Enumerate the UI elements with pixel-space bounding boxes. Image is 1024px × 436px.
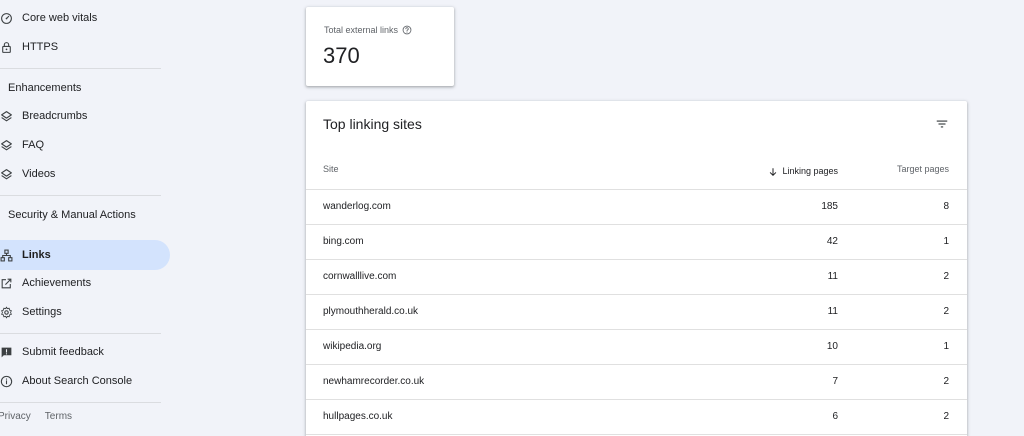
column-header-target-pages[interactable]: Target pages bbox=[897, 153, 949, 190]
sidebar-item-label: Settings bbox=[22, 306, 62, 318]
sidebar-item-label: About Search Console bbox=[22, 375, 133, 387]
terms-link[interactable]: Terms bbox=[45, 411, 72, 422]
cell-site: hullpages.co.uk bbox=[323, 411, 393, 422]
sidebar-item-label: Achievements bbox=[22, 277, 92, 289]
layers-icon bbox=[0, 109, 13, 123]
lock-icon bbox=[0, 40, 13, 54]
cell-target-pages: 8 bbox=[943, 201, 949, 212]
cell-target-pages: 2 bbox=[943, 411, 949, 422]
cell-target-pages: 1 bbox=[943, 236, 949, 247]
layers-icon bbox=[0, 138, 13, 152]
sidebar-divider bbox=[0, 402, 161, 403]
cell-target-pages: 2 bbox=[943, 271, 949, 282]
sitemap-icon bbox=[0, 248, 13, 262]
table-row[interactable]: wikipedia.org 10 1 bbox=[306, 330, 967, 365]
table-header: Site Linking pages Target pages bbox=[306, 153, 967, 190]
sidebar-item-about[interactable]: About Search Console bbox=[0, 366, 132, 396]
sidebar-item-label: Submit feedback bbox=[22, 346, 104, 358]
layers-icon bbox=[0, 167, 13, 181]
table-body: wanderlog.com 185 8 bing.com 42 1 cornwa… bbox=[306, 190, 967, 435]
sidebar-item-settings[interactable]: Settings bbox=[0, 297, 62, 327]
sidebar-footer: Privacy Terms bbox=[0, 411, 72, 422]
sidebar-divider bbox=[0, 333, 161, 334]
cell-site: newhamrecorder.co.uk bbox=[323, 376, 425, 387]
summary-label: Total external links bbox=[324, 25, 412, 35]
sidebar-item-faq[interactable]: FAQ bbox=[0, 130, 44, 160]
cell-site: bing.com bbox=[323, 236, 364, 247]
filter-icon bbox=[935, 117, 949, 131]
table-row[interactable]: plymouthherald.co.uk 11 2 bbox=[306, 295, 967, 330]
cell-target-pages: 2 bbox=[943, 306, 949, 317]
sidebar-item-label: Links bbox=[22, 249, 51, 261]
sidebar-item-breadcrumbs[interactable]: Breadcrumbs bbox=[0, 101, 87, 131]
table-row[interactable]: cornwalllive.com 11 2 bbox=[306, 260, 967, 295]
filter-button[interactable] bbox=[931, 113, 953, 135]
top-linking-sites-card: Top linking sites Site Linking pages Tar… bbox=[306, 101, 967, 436]
cell-linking-pages: 10 bbox=[826, 341, 838, 352]
gauge-icon bbox=[0, 11, 13, 25]
privacy-link[interactable]: Privacy bbox=[0, 411, 31, 422]
cell-site: wanderlog.com bbox=[323, 201, 391, 212]
sidebar-item-label: Videos bbox=[22, 168, 56, 180]
total-external-links-card: Total external links 370 bbox=[306, 7, 454, 86]
cell-target-pages: 1 bbox=[943, 341, 949, 352]
cell-linking-pages: 6 bbox=[832, 411, 838, 422]
table-row[interactable]: newhamrecorder.co.uk 7 2 bbox=[306, 365, 967, 400]
sidebar-item-videos[interactable]: Videos bbox=[0, 159, 55, 189]
cell-site: plymouthherald.co.uk bbox=[323, 306, 419, 317]
sidebar-section-security: Security & Manual Actions bbox=[8, 209, 136, 221]
info-icon bbox=[0, 374, 13, 388]
table-row[interactable]: hullpages.co.uk 6 2 bbox=[306, 400, 967, 435]
sidebar-item-label: Core web vitals bbox=[22, 12, 98, 24]
sidebar-item-label: Breadcrumbs bbox=[22, 110, 88, 122]
sort-descending-icon bbox=[768, 167, 778, 177]
column-header-site[interactable]: Site bbox=[323, 153, 339, 190]
sidebar-item-links[interactable]: Links bbox=[0, 240, 170, 270]
cell-linking-pages: 11 bbox=[827, 271, 838, 282]
cell-linking-pages: 185 bbox=[821, 201, 838, 212]
sidebar-item-achievements[interactable]: Achievements bbox=[0, 268, 91, 298]
cell-linking-pages: 7 bbox=[832, 376, 838, 387]
cell-site: cornwalllive.com bbox=[323, 271, 397, 282]
cell-target-pages: 2 bbox=[943, 376, 949, 387]
sidebar-section-enhancements: Enhancements bbox=[8, 82, 82, 94]
external-link-icon bbox=[0, 276, 13, 290]
table-row[interactable]: bing.com 42 1 bbox=[306, 225, 967, 260]
gear-icon bbox=[0, 305, 13, 319]
cell-linking-pages: 11 bbox=[827, 306, 838, 317]
cell-linking-pages: 42 bbox=[826, 236, 838, 247]
feedback-icon bbox=[0, 345, 13, 359]
sidebar-divider bbox=[0, 195, 161, 196]
sidebar-divider bbox=[0, 68, 161, 69]
sidebar-item-label: FAQ bbox=[22, 139, 45, 151]
table-title: Top linking sites bbox=[323, 116, 422, 132]
column-header-linking-pages[interactable]: Linking pages bbox=[768, 153, 838, 190]
sidebar-item-core-web-vitals[interactable]: Core web vitals bbox=[0, 3, 97, 33]
table-row[interactable]: wanderlog.com 185 8 bbox=[306, 190, 967, 225]
cell-site: wikipedia.org bbox=[323, 341, 382, 352]
sidebar: Core web vitals HTTPS Enhancements Bread… bbox=[0, 0, 180, 436]
total-external-links-value: 370 bbox=[323, 43, 360, 68]
column-header-label: Linking pages bbox=[782, 166, 838, 176]
summary-label-text: Total external links bbox=[324, 25, 399, 35]
sidebar-item-https[interactable]: HTTPS bbox=[0, 32, 58, 62]
sidebar-item-submit-feedback[interactable]: Submit feedback bbox=[0, 337, 104, 367]
sidebar-item-label: HTTPS bbox=[22, 41, 59, 53]
help-icon[interactable] bbox=[402, 25, 412, 35]
